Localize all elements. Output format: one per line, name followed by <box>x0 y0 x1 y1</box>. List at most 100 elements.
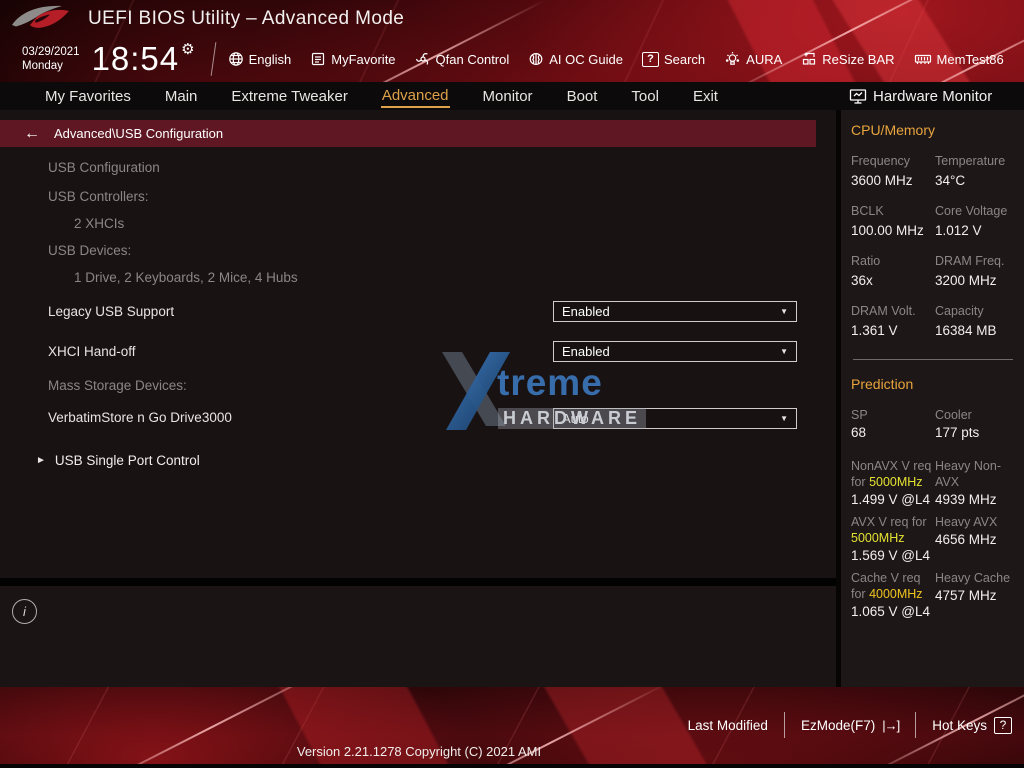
quickmenu-label: MyFavorite <box>331 51 396 67</box>
hm-value: 1.569 V @L4 <box>851 548 931 563</box>
hm-label: DRAM Freq. <box>935 254 1005 268</box>
hm-row: Cache V req for 4000MHz 1.065 V @L4 Heav… <box>851 570 1015 619</box>
breadcrumb-path: Advanced\USB Configuration <box>54 126 224 141</box>
footer-menu: Last Modified EzMode(F7) |→] Hot Keys? <box>688 712 1012 738</box>
tab-bar: My Favorites Main Extreme Tweaker Advanc… <box>0 82 1024 110</box>
quickmenu-english[interactable]: English <box>228 51 292 67</box>
hm-value: 3600 MHz <box>851 173 913 188</box>
tab-monitor[interactable]: Monitor <box>482 86 534 107</box>
prediction-heading: Prediction <box>851 376 914 392</box>
tab-my-favorites[interactable]: My Favorites <box>44 86 132 107</box>
hm-label: Cooler <box>935 408 972 422</box>
tab-advanced[interactable]: Advanced <box>380 85 450 108</box>
ezmode-icon: |→] <box>882 717 900 733</box>
quickmenu-label: Qfan Control <box>435 51 510 67</box>
quickmenu-qfan-control[interactable]: Qfan Control <box>415 51 510 67</box>
highlight-freq: 4000MHz <box>869 587 923 601</box>
hm-row: SP 68 Cooler 177 pts <box>851 407 1015 440</box>
legacy-usb-support-dropdown[interactable]: Enabled ▼ <box>553 301 797 322</box>
quickmenu-label: ReSize BAR <box>822 51 895 67</box>
chevron-down-icon: ▼ <box>780 414 788 423</box>
hm-row: Ratio 36x DRAM Freq. 3200 MHz <box>851 253 1015 288</box>
version-text: Version 2.21.1278 Copyright (C) 2021 AMI <box>296 744 542 759</box>
quick-menu: English MyFavorite Qfan Control AI OC Gu… <box>228 51 1004 67</box>
hm-row: BCLK 100.00 MHz Core Voltage 1.012 V <box>851 203 1015 238</box>
day-text: Monday <box>22 60 63 72</box>
quickmenu-ai-oc-guide[interactable]: AI OC Guide <box>528 51 623 67</box>
usb-single-port-control-item[interactable]: ► USB Single Port Control <box>36 453 200 468</box>
usb-controllers-value: 2 XHCIs <box>74 216 125 231</box>
hardware-monitor-title: Hardware Monitor <box>849 82 992 110</box>
hm-value: 1.499 V @L4 <box>851 492 931 507</box>
resize-bar-icon <box>803 52 816 65</box>
hm-value: 36x <box>851 273 873 288</box>
last-modified-button[interactable]: Last Modified <box>688 718 768 733</box>
chevron-down-icon: ▼ <box>780 347 788 356</box>
usb-controllers-label: USB Controllers: <box>48 189 149 204</box>
date-block: 03/29/2021 Monday <box>22 45 80 74</box>
hm-value: 100.00 MHz <box>851 223 924 238</box>
hm-value: 4656 MHz <box>935 532 997 547</box>
date-text: 03/29/2021 <box>22 45 80 58</box>
quickmenu-resize-bar[interactable]: ReSize BAR <box>801 51 895 67</box>
ezmode-button[interactable]: EzMode(F7) |→] <box>801 717 900 733</box>
highlight-freq: 5000MHz <box>851 531 905 545</box>
tab-main[interactable]: Main <box>164 86 199 107</box>
panel-divider <box>0 578 836 586</box>
info-icon: i <box>12 599 37 624</box>
myfavorite-icon <box>312 52 325 66</box>
hm-value: 68 <box>851 425 867 440</box>
xhci-handoff-dropdown[interactable]: Enabled ▼ <box>553 341 797 362</box>
quickmenu-label: English <box>248 51 292 67</box>
tab-extreme-tweaker[interactable]: Extreme Tweaker <box>230 86 348 107</box>
quickmenu-myfavorite[interactable]: MyFavorite <box>310 51 396 67</box>
footer-separator <box>915 712 917 738</box>
time-text: 18:54 <box>91 40 180 77</box>
quickmenu-aura[interactable]: AURA <box>724 51 782 67</box>
dropdown-value: Auto <box>562 411 589 426</box>
question-mark-icon: ? <box>994 716 1012 734</box>
tab-boot[interactable]: Boot <box>566 86 599 107</box>
hm-value: 4757 MHz <box>935 588 997 603</box>
monitor-icon <box>849 88 867 104</box>
hm-label: DRAM Volt. <box>851 304 916 318</box>
memtest-icon <box>914 54 931 64</box>
highlight-freq: 5000MHz <box>869 475 923 489</box>
submenu-label: USB Single Port Control <box>54 453 200 468</box>
hm-row: Frequency 3600 MHz Temperature 34°C <box>851 153 1015 188</box>
hm-label: Heavy AVX <box>935 515 998 529</box>
xtreme-hardware-watermark: treme HARDWARE <box>440 350 646 446</box>
help-panel: i <box>0 586 836 687</box>
usb-devices-value: 1 Drive, 2 Keyboards, 2 Mice, 4 Hubs <box>74 270 298 285</box>
usb-devices-label: USB Devices: <box>48 243 132 258</box>
quickmenu-search[interactable]: ? Search <box>641 51 706 67</box>
verbatim-drive-dropdown[interactable]: Auto ▼ <box>553 408 797 429</box>
footer-bar: Last Modified EzMode(F7) |→] Hot Keys? Ve… <box>0 687 1024 768</box>
search-icon: ? <box>641 51 659 67</box>
tab-exit[interactable]: Exit <box>692 86 719 107</box>
hm-label: Temperature <box>935 154 1006 168</box>
hm-label: Ratio <box>851 254 881 268</box>
tab-tool[interactable]: Tool <box>630 86 660 107</box>
header-separator <box>210 42 216 76</box>
quickmenu-label: AI OC Guide <box>549 51 623 67</box>
breadcrumb[interactable]: ← Advanced\USB Configuration <box>0 120 816 147</box>
hm-value: 34°C <box>935 173 966 188</box>
xhci-handoff-label: XHCI Hand-off <box>48 344 136 359</box>
hm-label: Heavy Cache <box>935 571 1011 585</box>
hm-row: DRAM Volt. 1.361 V Capacity 16384 MB <box>851 303 1015 338</box>
aura-icon <box>726 52 740 65</box>
cpu-memory-heading: CPU/Memory <box>851 122 936 138</box>
back-arrow-icon[interactable]: ← <box>24 125 40 143</box>
hot-keys-button[interactable]: Hot Keys? <box>932 716 1012 734</box>
hm-value: 177 pts <box>935 425 980 440</box>
hm-value: 3200 MHz <box>935 273 997 288</box>
clock-settings-gear-icon[interactable]: ⚙ <box>181 40 194 58</box>
bottom-edge <box>0 764 1024 768</box>
quickmenu-memtest86[interactable]: MemTest86 <box>914 51 1004 67</box>
hm-value: 1.065 V @L4 <box>851 604 931 619</box>
quickmenu-label: Search <box>663 51 706 67</box>
hm-value: 1.361 V <box>851 323 898 338</box>
hm-row: NonAVX V req for 5000MHz 1.499 V @L4 Hea… <box>851 458 1015 507</box>
hm-label: Heavy Non-AVX <box>935 459 1001 489</box>
